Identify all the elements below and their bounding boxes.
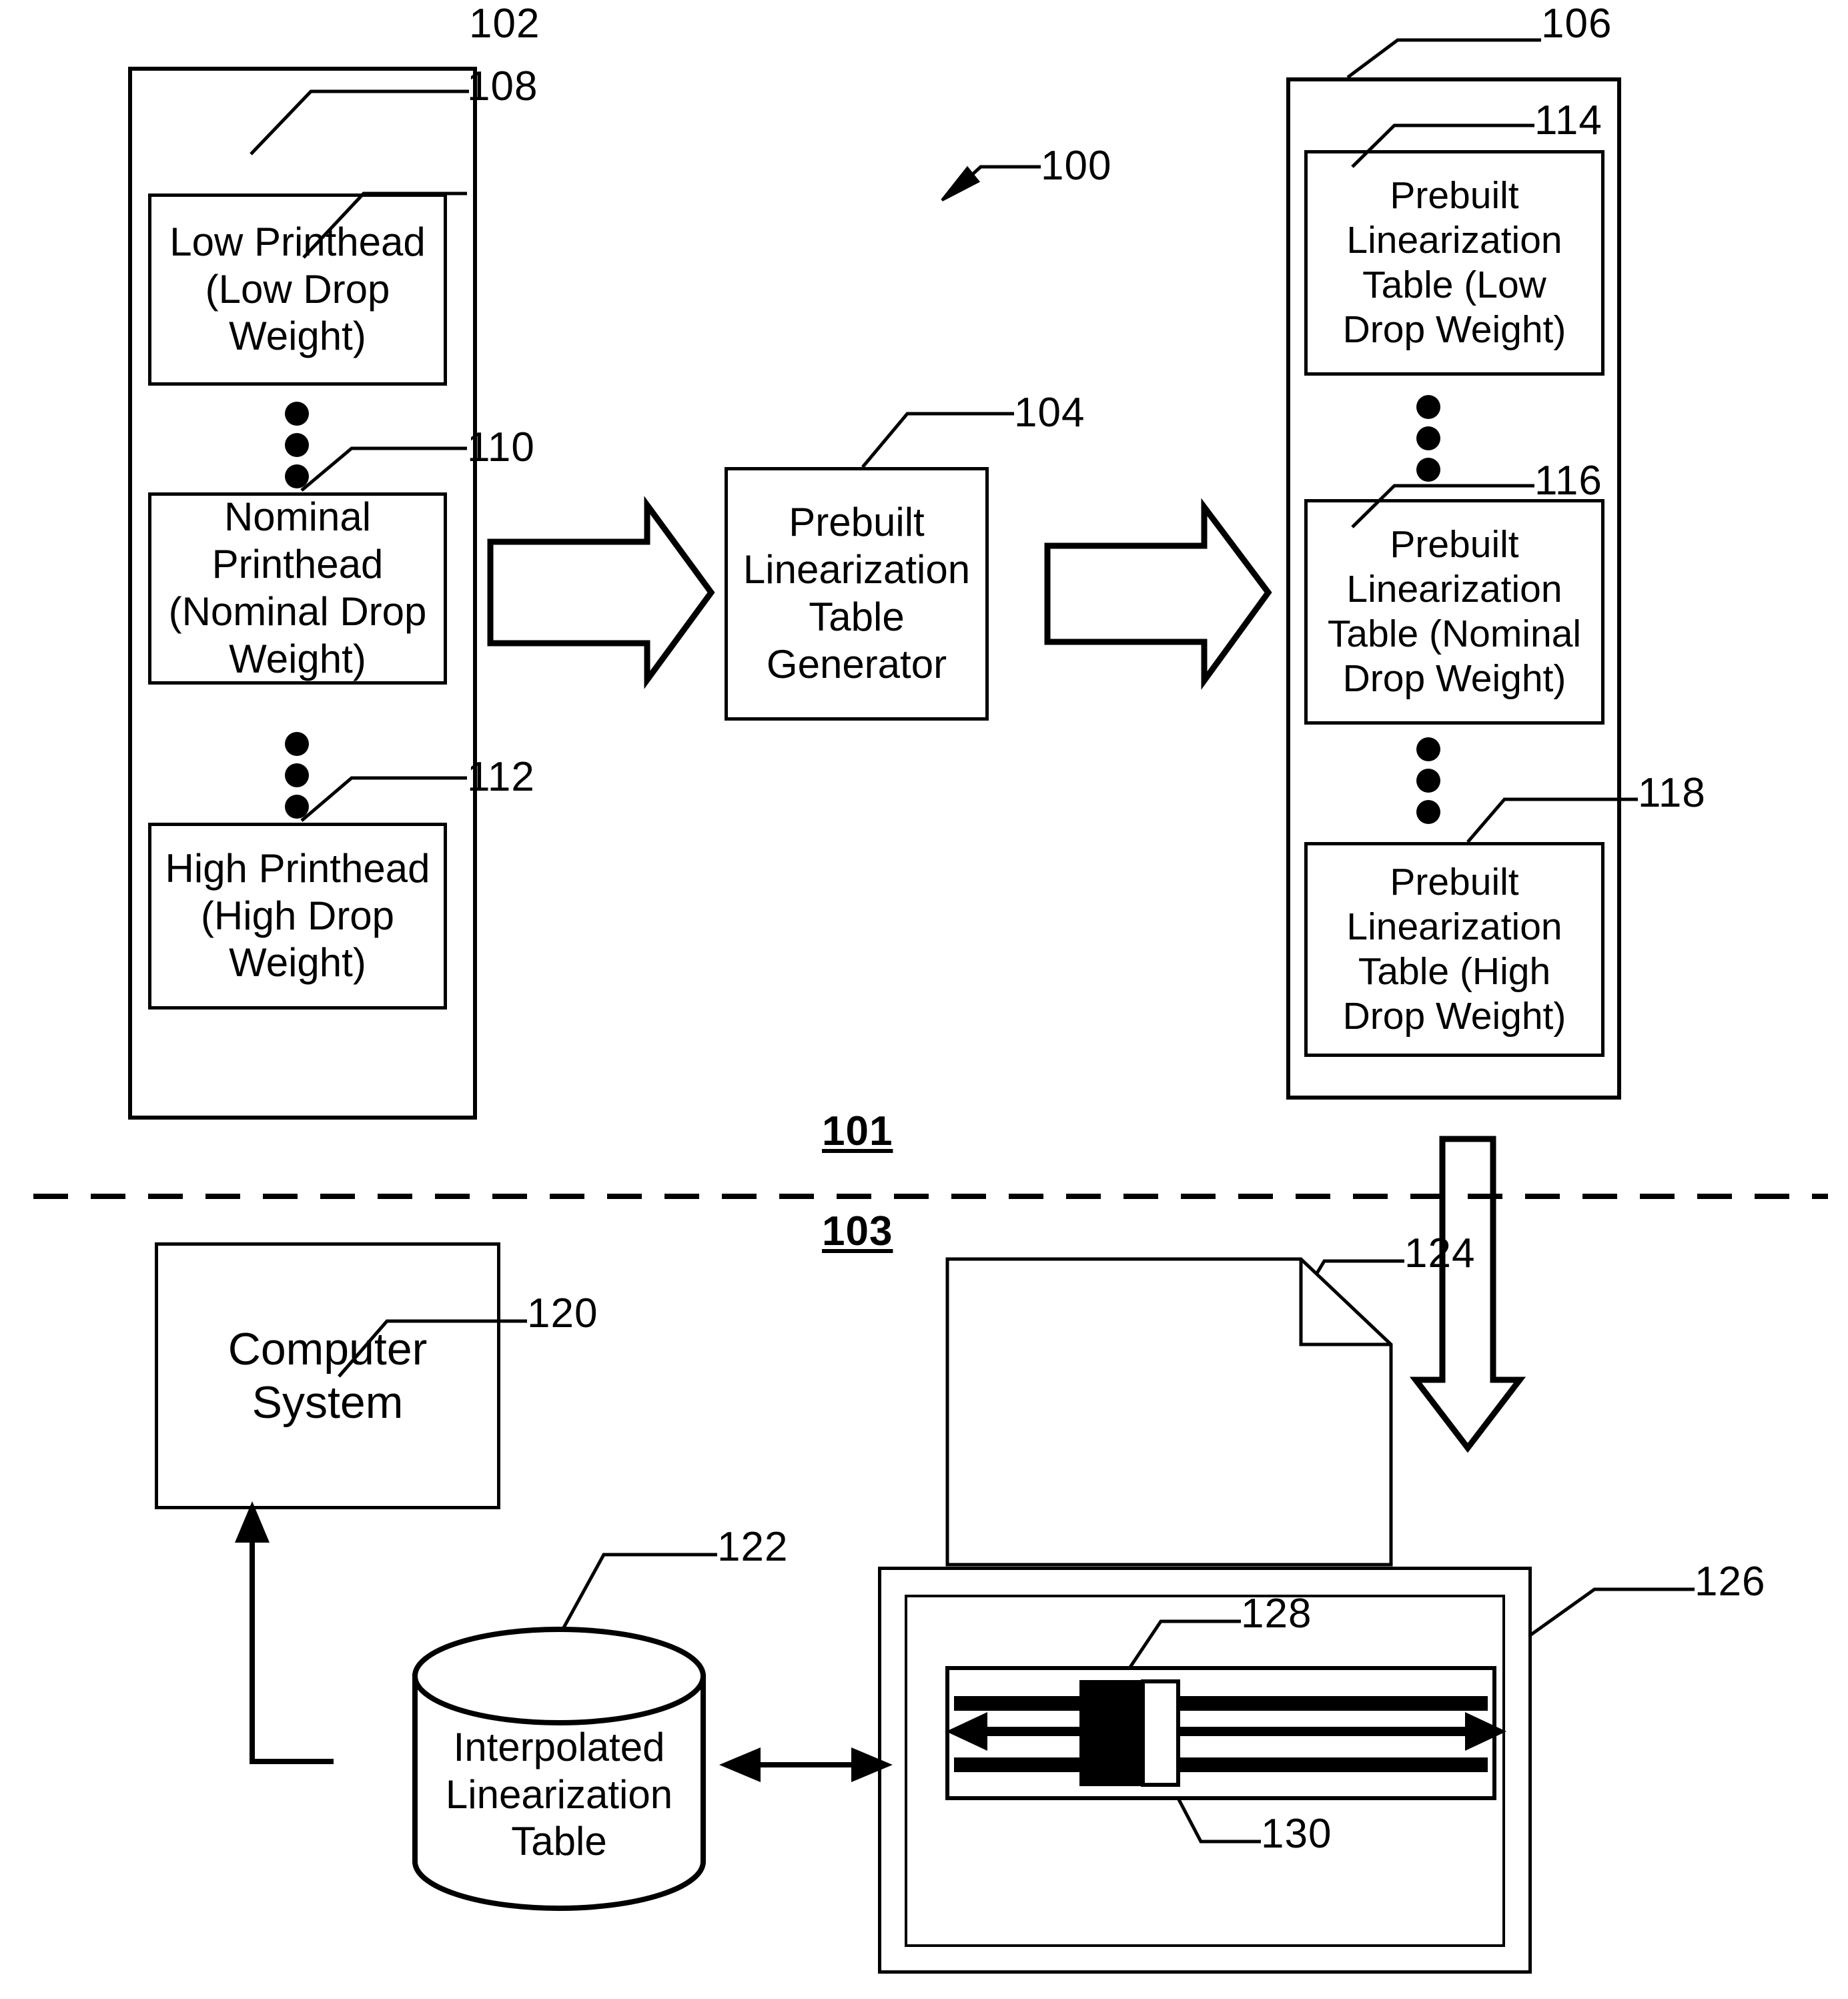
ellipsis-dots-tables-lower (1416, 737, 1440, 824)
connector-table-to-computer (250, 1535, 334, 1764)
prebuilt-table-label-low: Prebuilt Linearization Table (Low Drop W… (1342, 173, 1566, 352)
ref-label-128: 128 (1241, 1591, 1312, 1637)
leader-line-124 (1246, 1259, 1404, 1389)
ref-label-104: 104 (1014, 390, 1085, 436)
ref-label-122: 122 (717, 1524, 789, 1570)
ref-label-118: 118 (1638, 770, 1706, 816)
ref-label-130: 130 (1261, 1811, 1332, 1857)
ellipsis-dots-printheads-upper (285, 402, 309, 488)
ref-label-106: 106 (1541, 1, 1612, 47)
ref-label-116: 116 (1534, 458, 1602, 504)
media-sheet-fold (1299, 1259, 1391, 1346)
figure-canvas: 102 Low Printhead (Low Drop Weight) 108 … (0, 0, 1848, 1999)
ref-label-110: 110 (467, 424, 535, 470)
generator-label: Prebuilt Linearization Table Generator (743, 500, 971, 687)
interpolated-table-label: Interpolated Linearization Table (445, 1724, 673, 1864)
block-arrow-tables-to-printer (1409, 1136, 1526, 1453)
leader-line-104 (861, 412, 1014, 468)
figure-pointer-arrowhead (941, 165, 981, 202)
ref-label-126: 126 (1695, 1559, 1766, 1605)
printhead-label-low: Low Printhead (Low Drop Weight) (169, 219, 426, 359)
prebuilt-table-label-nominal: Prebuilt Linearization Table (Nominal Dr… (1327, 522, 1582, 701)
ref-label-120: 120 (527, 1290, 598, 1336)
arrowhead-left-table-printer (719, 1747, 761, 1782)
ref-label-114: 114 (1534, 97, 1602, 143)
ref-label-100: 100 (1041, 143, 1112, 189)
computer-system-label: Computer System (227, 1323, 428, 1428)
block-arrow-generator-to-tables (1044, 498, 1272, 690)
ref-label-124: 124 (1404, 1230, 1476, 1276)
block-arrow-printheads-to-generator (487, 496, 715, 689)
leader-line-126 (1528, 1587, 1695, 1638)
printer-inner-housing (905, 1595, 1505, 1947)
leader-line-122 (557, 1553, 717, 1637)
section-label-101: 101 (822, 1108, 893, 1154)
ellipsis-dots-printheads-lower (285, 732, 309, 819)
ref-label-108: 108 (467, 63, 538, 109)
media-sheet-outline (945, 1257, 1393, 1567)
leader-line-106 (1346, 38, 1541, 79)
ref-label-112: 112 (467, 754, 535, 800)
printhead-label-nominal: Nominal Printhead (Nominal Drop Weight) (168, 494, 427, 681)
leader-line-100 (949, 165, 1041, 196)
ref-label-102: 102 (469, 1, 540, 47)
section-label-103: 103 (822, 1208, 893, 1254)
printhead-label-high: High Printhead (High Drop Weight) (165, 845, 430, 985)
prebuilt-table-label-high: Prebuilt Linearization Table (High Drop … (1342, 860, 1566, 1038)
ellipsis-dots-tables-upper (1416, 395, 1440, 482)
